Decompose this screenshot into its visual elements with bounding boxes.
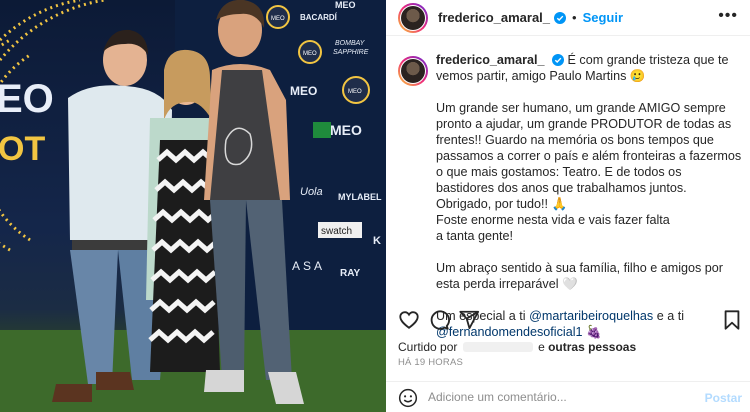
comment-input[interactable]: [428, 390, 688, 404]
caption-line: Um grande ser humano, um grande AMIGO se…: [436, 101, 742, 195]
svg-text:Uola: Uola: [300, 186, 323, 198]
caption-line: Um abraço sentido à sua família, filho e…: [436, 261, 723, 291]
author-username[interactable]: frederico_amaral_: [438, 10, 550, 25]
author-avatar[interactable]: [398, 2, 428, 33]
caption-verified-badge-icon: [552, 54, 565, 66]
others-link[interactable]: outras pessoas: [548, 340, 636, 354]
follow-button[interactable]: Seguir: [583, 10, 623, 25]
liked-by-user-placeholder[interactable]: [462, 342, 533, 352]
post-header: frederico_amaral_ • Seguir •••: [386, 0, 750, 36]
post-timestamp[interactable]: HÁ 19 HORAS: [398, 357, 463, 368]
verified-badge-icon: [554, 11, 567, 24]
emoji-picker-icon[interactable]: [398, 388, 418, 408]
svg-text:MEO: MEO: [290, 84, 317, 98]
like-heart-icon[interactable]: [398, 309, 420, 331]
svg-text:MYLABEL: MYLABEL: [338, 192, 382, 202]
likes-summary: Curtido por e outras pessoas: [398, 340, 636, 354]
caption-line: a tanta gente!: [436, 229, 514, 243]
svg-text:BOMBAY: BOMBAY: [335, 40, 366, 47]
more-options-icon[interactable]: •••: [718, 8, 738, 24]
post-photo[interactable]: EO OT MEO BACARDÍ MEO MEO BOMBAY SAPPHIR…: [0, 0, 386, 412]
svg-text:MEO: MEO: [330, 122, 362, 138]
svg-text:MEO: MEO: [335, 0, 356, 10]
action-bar: [398, 309, 743, 333]
svg-text:OT: OT: [0, 130, 45, 168]
post-comment-button[interactable]: Postar: [705, 391, 742, 405]
caption-line: Foste enorme nesta vida e vais fazer fal…: [436, 213, 670, 227]
caption-username[interactable]: frederico_amaral_: [436, 53, 545, 67]
share-send-icon[interactable]: [458, 309, 480, 331]
photo-illustration: EO OT MEO BACARDÍ MEO MEO BOMBAY SAPPHIR…: [0, 0, 386, 412]
caption: frederico_amaral_ É com grande tristeza …: [398, 52, 743, 340]
caption-line: Obrigado, por tudo!! 🙏: [436, 197, 568, 211]
svg-text:swatch: swatch: [321, 226, 352, 237]
svg-text:ASA: ASA: [292, 259, 325, 273]
save-bookmark-icon[interactable]: [721, 309, 743, 331]
caption-avatar[interactable]: [398, 56, 428, 86]
svg-text:SAPPHIRE: SAPPHIRE: [333, 49, 369, 56]
liked-by-prefix: Curtido por: [398, 340, 458, 354]
svg-text:EO: EO: [0, 77, 54, 121]
post-panel: frederico_amaral_ • Seguir ••• frederico…: [386, 0, 750, 412]
svg-text:RAY: RAY: [340, 268, 361, 279]
liked-by-suffix: e: [538, 340, 545, 354]
svg-text:MEO: MEO: [271, 16, 285, 22]
comment-bar: Postar: [386, 381, 750, 412]
caption-text: frederico_amaral_ É com grande tristeza …: [436, 52, 743, 340]
header-separator: •: [572, 10, 577, 25]
svg-text:BACARDÍ: BACARDÍ: [300, 13, 338, 22]
comment-bubble-icon[interactable]: [428, 309, 450, 331]
svg-text:MEO: MEO: [303, 51, 317, 57]
svg-text:K: K: [373, 235, 381, 247]
svg-text:MEO: MEO: [348, 89, 362, 95]
